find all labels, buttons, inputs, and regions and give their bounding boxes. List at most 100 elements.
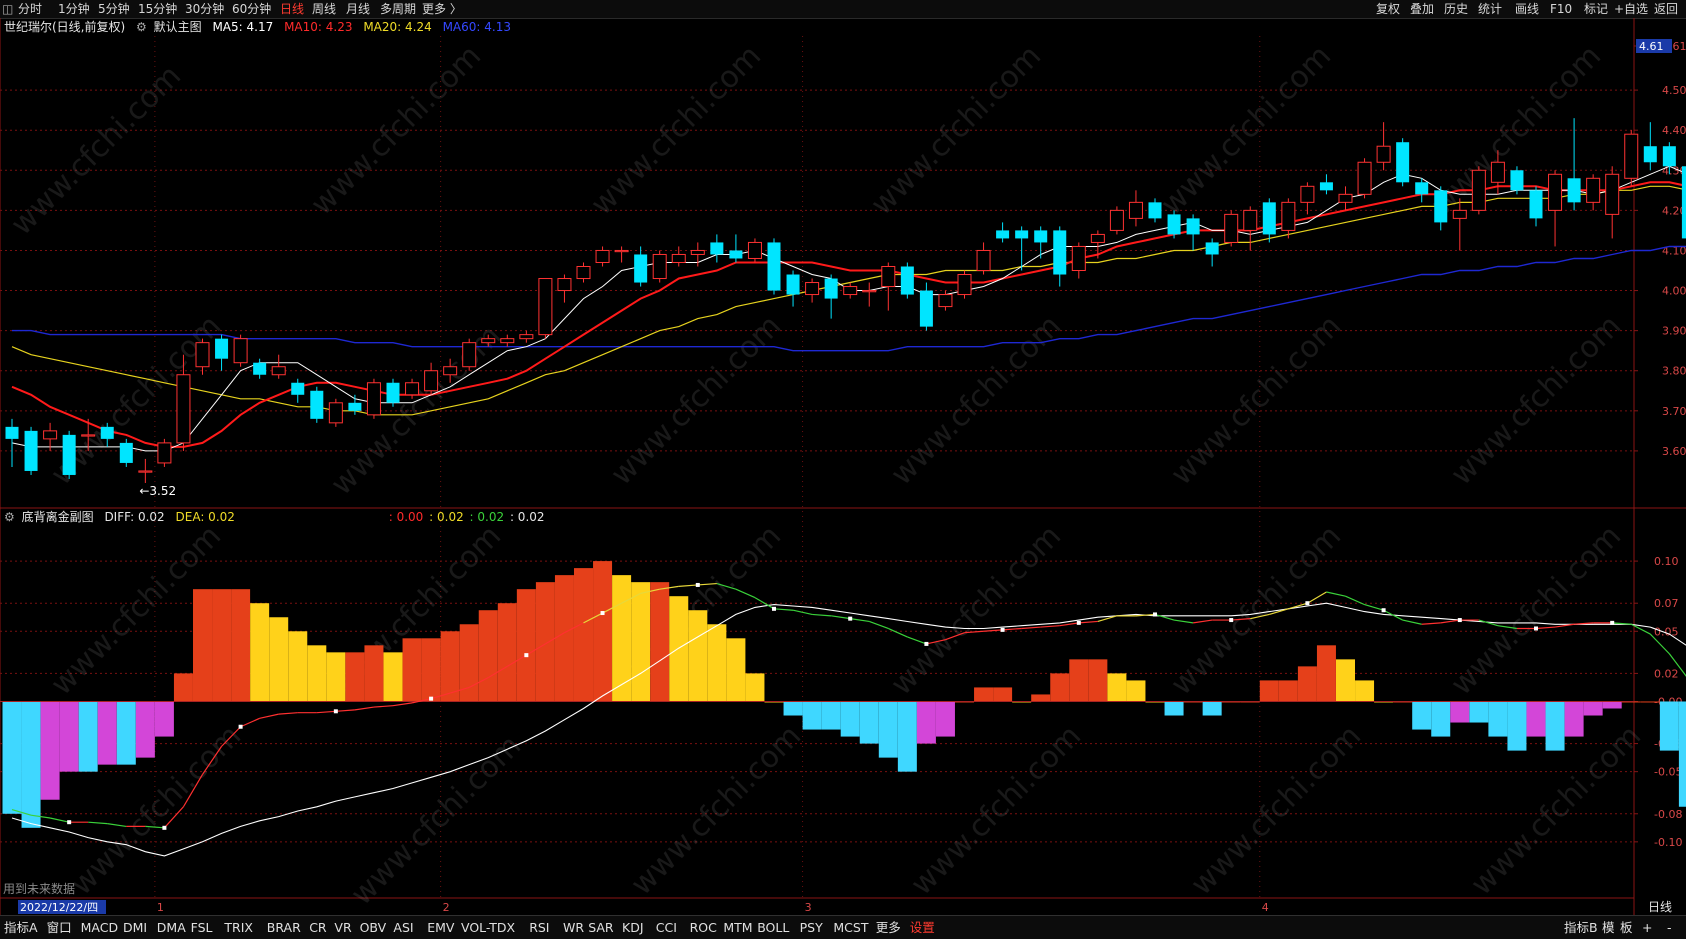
indicator-b-tab[interactable]: 指标B: [1564, 919, 1598, 937]
candle[interactable]: [1357, 158, 1372, 199]
indicator-tab[interactable]: BRAR: [267, 919, 301, 937]
candle[interactable]: [538, 278, 553, 339]
indicator-tab[interactable]: 更多: [876, 919, 901, 937]
candle[interactable]: [957, 270, 972, 299]
kline-chart[interactable]: 4.614.504.404.304.204.104.003.903.803.70…: [0, 0, 1686, 915]
indicator-b-tab[interactable]: 模: [1602, 919, 1615, 937]
candle[interactable]: [996, 222, 1010, 243]
indicator-tab[interactable]: BOLL: [757, 919, 789, 937]
indicator-tab[interactable]: FSL: [191, 919, 213, 937]
indicator-tab[interactable]: DMA: [157, 919, 186, 937]
candle[interactable]: [710, 234, 724, 263]
candle[interactable]: [557, 274, 572, 303]
candle[interactable]: [1109, 206, 1124, 235]
candle[interactable]: [843, 282, 858, 299]
indicator-tab[interactable]: TRIX: [224, 919, 253, 937]
candle[interactable]: [1186, 214, 1200, 251]
indicator-tab[interactable]: CR: [309, 919, 326, 937]
indicator-tab[interactable]: DMI: [123, 919, 147, 937]
candle[interactable]: [729, 234, 743, 263]
candle[interactable]: [1224, 210, 1239, 247]
indicator-b-tab[interactable]: -: [1667, 919, 1672, 937]
candle[interactable]: [1262, 198, 1276, 243]
candle[interactable]: [366, 378, 381, 419]
indicator-tab[interactable]: KDJ: [622, 919, 644, 937]
candle[interactable]: [1034, 226, 1048, 259]
candle[interactable]: [1548, 170, 1563, 247]
candle[interactable]: [805, 278, 820, 303]
candle[interactable]: [1586, 174, 1601, 211]
candle[interactable]: [62, 430, 76, 479]
candle[interactable]: [215, 334, 229, 371]
candle[interactable]: [576, 262, 591, 283]
candle[interactable]: [671, 246, 686, 267]
candle[interactable]: [786, 270, 800, 307]
candle[interactable]: [1319, 174, 1333, 195]
candle[interactable]: [233, 334, 248, 367]
candle[interactable]: [862, 282, 877, 307]
indicator-tab[interactable]: VR: [334, 919, 351, 937]
candle[interactable]: [271, 354, 286, 379]
candle[interactable]: [900, 262, 914, 299]
candle[interactable]: [652, 250, 667, 283]
candle[interactable]: [1510, 166, 1524, 195]
candle[interactable]: [919, 282, 933, 331]
candle[interactable]: [614, 246, 629, 263]
indicator-tab[interactable]: VOL-TDX: [461, 919, 515, 937]
candle[interactable]: [1205, 238, 1219, 267]
candle[interactable]: [462, 338, 477, 371]
candle[interactable]: [386, 378, 400, 407]
candle[interactable]: [519, 330, 534, 343]
candle[interactable]: [634, 246, 648, 287]
candle[interactable]: [1376, 122, 1391, 171]
candle[interactable]: [119, 438, 133, 467]
candle[interactable]: [253, 358, 267, 379]
indicator-tab[interactable]: CCI: [656, 919, 677, 937]
candle[interactable]: [1071, 242, 1086, 279]
candle[interactable]: [1471, 166, 1486, 215]
indicator-tab[interactable]: 设置: [910, 919, 935, 937]
candle[interactable]: [976, 242, 991, 275]
indicator-tab[interactable]: SAR: [588, 919, 613, 937]
candle[interactable]: [1643, 122, 1657, 171]
candle[interactable]: [595, 246, 610, 267]
candle[interactable]: [310, 386, 324, 423]
candle[interactable]: [1681, 162, 1686, 242]
candle[interactable]: [1529, 186, 1543, 227]
candle[interactable]: [1434, 186, 1448, 231]
candle[interactable]: [1053, 226, 1067, 287]
candle[interactable]: [24, 426, 38, 475]
indicator-tab[interactable]: EMV: [427, 919, 454, 937]
indicator-tab[interactable]: WR: [563, 919, 584, 937]
indicator-tab[interactable]: MCST: [833, 919, 868, 937]
candle[interactable]: [291, 378, 305, 403]
candle[interactable]: [1338, 186, 1353, 211]
candle[interactable]: [1396, 138, 1410, 187]
indicator-tab[interactable]: 窗口: [47, 919, 72, 937]
indicator-tab[interactable]: PSY: [800, 919, 823, 937]
candle[interactable]: [138, 458, 153, 483]
candle[interactable]: [1128, 190, 1143, 227]
indicator-tab[interactable]: RSI: [529, 919, 549, 937]
candle[interactable]: [1300, 182, 1315, 215]
candle[interactable]: [1605, 166, 1620, 239]
indicator-tab[interactable]: ASI: [393, 919, 413, 937]
candle[interactable]: [328, 398, 343, 427]
candle[interactable]: [1624, 130, 1639, 187]
indicator-tab[interactable]: MACD: [81, 919, 118, 937]
indicator-tab[interactable]: 指标A: [4, 919, 38, 937]
indicator-b-tab[interactable]: +: [1642, 919, 1652, 937]
candle[interactable]: [1281, 198, 1296, 239]
candle[interactable]: [1243, 206, 1258, 251]
candle[interactable]: [747, 238, 762, 263]
candle[interactable]: [824, 274, 838, 319]
candle[interactable]: [157, 438, 172, 467]
indicator-tab[interactable]: ROC: [690, 919, 717, 937]
candle[interactable]: [1090, 230, 1105, 259]
indicator-tab[interactable]: OBV: [360, 919, 387, 937]
candle[interactable]: [1167, 210, 1181, 239]
indicator-tab[interactable]: MTM: [723, 919, 752, 937]
candle[interactable]: [5, 418, 19, 467]
candle[interactable]: [881, 262, 896, 311]
candle[interactable]: [767, 238, 781, 295]
